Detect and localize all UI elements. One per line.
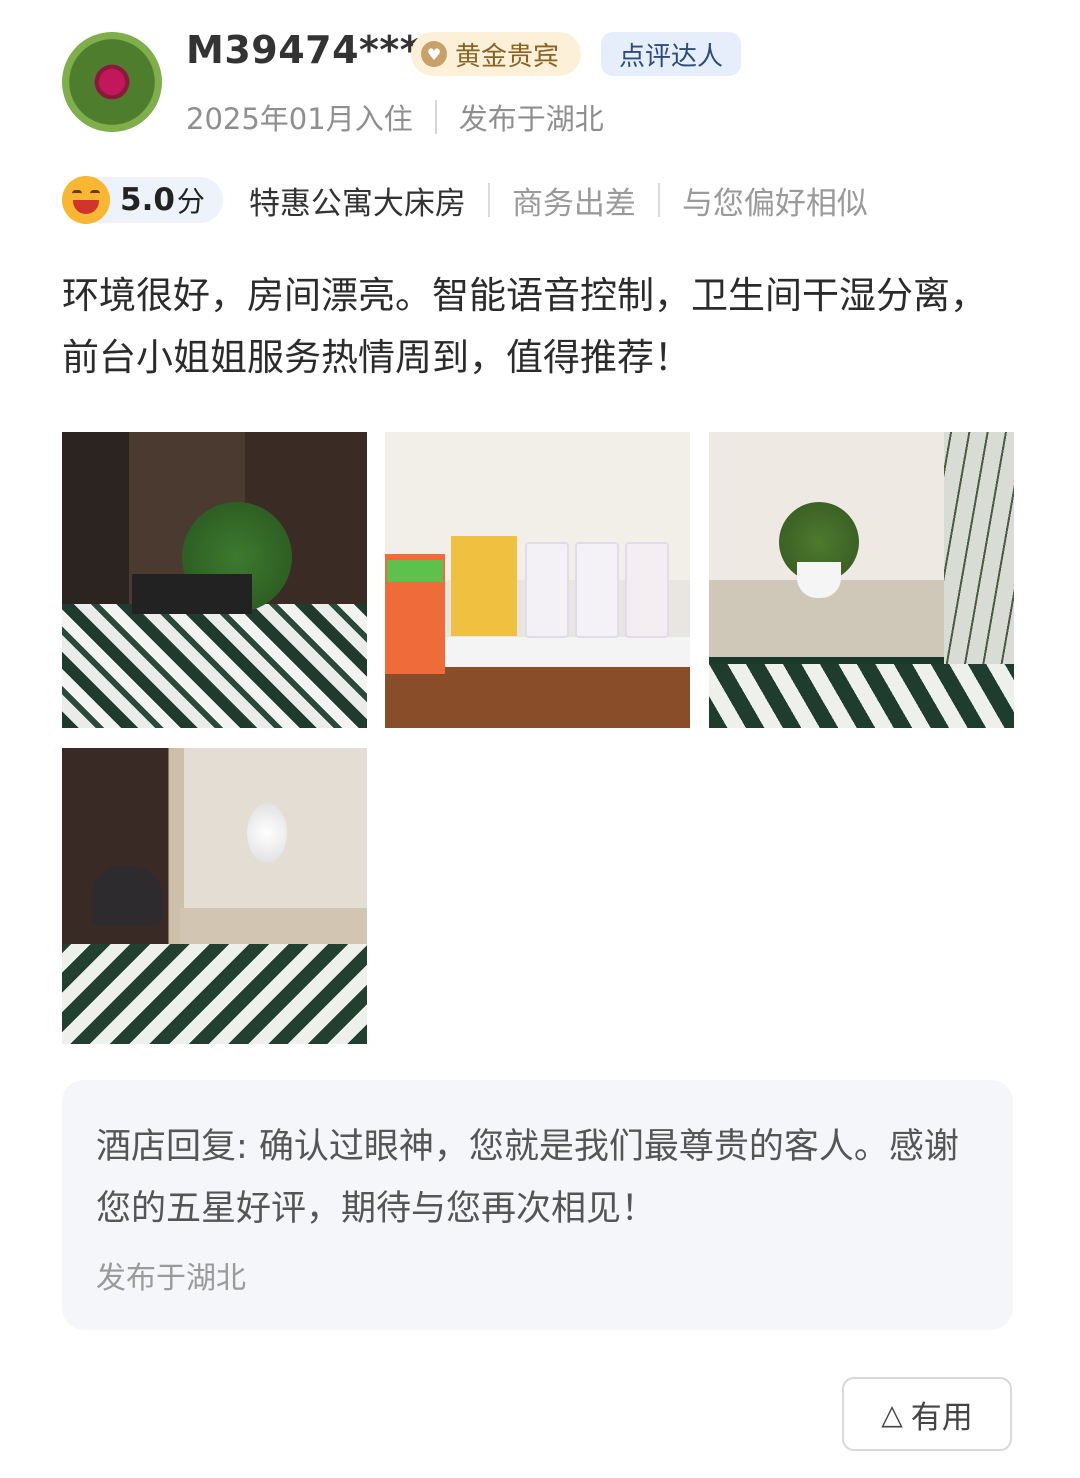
review-photo-corridor[interactable]	[709, 432, 1014, 728]
score-pill: 5.0 分	[62, 176, 223, 224]
divider	[434, 100, 437, 134]
avatar[interactable]	[62, 32, 162, 132]
hotel-reply-location: 发布于湖北	[96, 1261, 246, 1296]
rating-row: 5.0 分 特惠公寓大床房 商务出差 与您偏好相似	[62, 176, 868, 224]
review-photo-tea-station[interactable]	[62, 748, 367, 1044]
useful-button[interactable]: △ 有用	[842, 1377, 1012, 1451]
preference-similarity: 与您偏好相似	[681, 185, 868, 222]
triangle-up-icon: △	[881, 1397, 903, 1431]
gold-member-label: 黄金贵宾	[455, 41, 560, 72]
post-location: 发布于湖北	[458, 102, 604, 136]
laughing-face-icon	[62, 176, 110, 224]
divider	[657, 183, 660, 217]
score-value: 5.0	[120, 182, 175, 218]
divider	[487, 183, 490, 217]
review-photo-lobby[interactable]	[62, 432, 367, 728]
room-type: 特惠公寓大床房	[248, 185, 466, 222]
review-photo-snacks[interactable]	[385, 432, 690, 728]
heart-icon: ♥	[421, 41, 447, 67]
user-meta: 2025年01月入住 发布于湖北	[186, 96, 604, 138]
stay-date: 2025年01月入住	[186, 102, 413, 136]
username[interactable]: M39474****	[186, 28, 441, 72]
useful-label: 有用	[910, 1399, 973, 1436]
gold-member-badge: ♥ 黄金贵宾	[411, 32, 582, 76]
trip-type: 商务出差	[511, 185, 636, 222]
hotel-reply-text: 酒店回复: 确认过眼神，您就是我们最尊贵的客人。感谢您的五星好评，期待与您再次相…	[96, 1127, 959, 1229]
score-unit: 分	[176, 185, 205, 218]
reviewer-badge: 点评达人	[601, 32, 742, 76]
hotel-reply: 酒店回复: 确认过眼神，您就是我们最尊贵的客人。感谢您的五星好评，期待与您再次相…	[62, 1080, 1013, 1330]
review-text: 环境很好，房间漂亮。智能语音控制，卫生间干湿分离，前台小姐姐服务热情周到，值得推…	[62, 274, 987, 379]
